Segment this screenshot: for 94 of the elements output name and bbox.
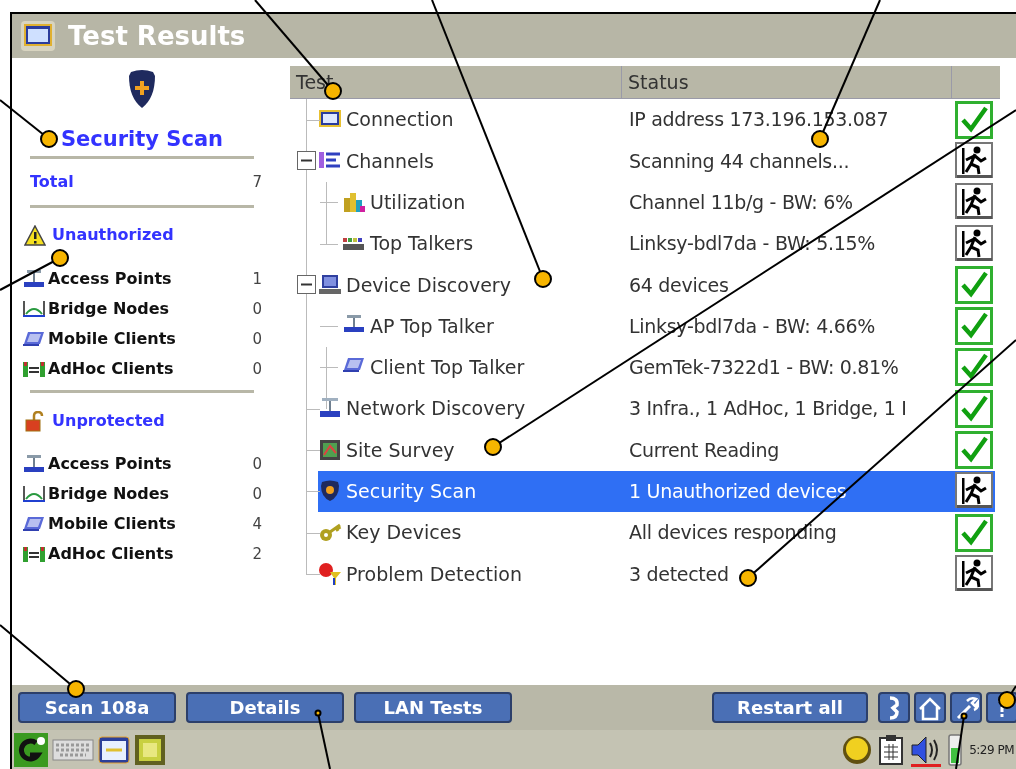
- collapse-toggle-icon[interactable]: [297, 275, 316, 295]
- running-figure-icon: [954, 141, 993, 180]
- table-row[interactable]: Network Discovery 3 Infra., 1 AdHoc, 1 Bridge, 1 I: [290, 388, 1000, 430]
- test-name: Key Devices: [346, 520, 462, 546]
- restart-button[interactable]: Restart all: [712, 692, 868, 723]
- table-row[interactable]: Security Scan 1 Unauthorized devices: [290, 470, 1000, 512]
- table-row[interactable]: Top Talkers Linksy-bdl7da - BW: 5.15%: [290, 222, 1000, 265]
- category-count: 4: [252, 513, 262, 535]
- section-title: Unprotected: [52, 410, 165, 432]
- category-label: Access Points: [48, 453, 173, 475]
- wrench-button[interactable]: [950, 692, 982, 723]
- window-title: Test Results: [68, 19, 246, 53]
- test-name: Network Discovery: [346, 396, 526, 422]
- open-lock-icon: [24, 410, 46, 432]
- test-name: Problem Detection: [346, 561, 523, 587]
- clipboard-icon[interactable]: [877, 733, 906, 766]
- summary-title: Security Scan: [59, 126, 225, 153]
- test-name: AP Top Talker: [370, 313, 494, 339]
- column-header: Status: [628, 69, 689, 95]
- table-row[interactable]: Channels Scanning 44 channels...: [290, 140, 1000, 182]
- test-status: Channel 11b/g - BW: 6%: [629, 190, 853, 215]
- toolbar-button[interactable]: Scan 108a: [18, 692, 176, 723]
- back-arrow-button[interactable]: [878, 692, 910, 723]
- shield-icon: [127, 68, 157, 110]
- category-label: AdHoc Clients: [48, 543, 175, 565]
- category-count: 0: [252, 328, 262, 350]
- test-status: 3 Infra., 1 AdHoc, 1 Bridge, 1 I: [629, 396, 907, 422]
- status-light-icon[interactable]: [841, 733, 874, 766]
- warning-icon: [24, 224, 46, 246]
- check-icon: [954, 431, 993, 469]
- home-button[interactable]: [914, 692, 946, 723]
- category-label: Mobile Clients: [48, 513, 177, 535]
- category-count: 2: [252, 543, 262, 565]
- laptop-icon: [22, 514, 46, 534]
- test-name: Security Scan: [346, 479, 477, 505]
- test-name: Top Talkers: [370, 231, 474, 257]
- test-status: 3 detected: [629, 561, 729, 587]
- test-name: Site Survey: [346, 437, 455, 463]
- category-label: Access Points: [48, 268, 173, 290]
- category-label: Bridge Nodes: [48, 298, 171, 320]
- bridge-icon: [22, 484, 46, 504]
- total-label: Total: [30, 171, 74, 193]
- survey-icon: [318, 438, 342, 462]
- adhoc-icon: [22, 544, 46, 564]
- category-label: AdHoc Clients: [48, 358, 175, 380]
- check-icon: [954, 513, 993, 552]
- table-row[interactable]: Utilization Channel 11b/g - BW: 6%: [290, 181, 1000, 223]
- test-name: Connection: [346, 107, 454, 133]
- access-point-icon: [22, 269, 46, 289]
- test-name: Utilization: [370, 190, 466, 215]
- table-row[interactable]: Client Top Talker GemTek-7322d1 - BW: 0.81%: [290, 346, 1000, 389]
- toolbar-button[interactable]: LAN Tests: [354, 692, 512, 723]
- running-figure-icon: [954, 472, 993, 511]
- laptop-icon: [22, 329, 46, 349]
- window-icon[interactable]: [98, 735, 130, 764]
- test-status: Linksy-bdl7da - BW: 5.15%: [629, 231, 876, 257]
- shield-icon: [318, 479, 342, 504]
- test-name: Device Discovery: [346, 272, 511, 298]
- access-point-icon: [22, 454, 46, 474]
- test-name: Client Top Talker: [370, 355, 525, 381]
- category-count: 0: [252, 453, 262, 475]
- app-icon[interactable]: [134, 733, 166, 766]
- check-icon: [954, 265, 993, 304]
- test-status: Scanning 44 channels...: [629, 148, 850, 174]
- check-icon: [954, 307, 993, 346]
- category-label: Bridge Nodes: [48, 483, 171, 505]
- bridge-icon: [22, 299, 46, 319]
- bar-chart-icon: [342, 190, 366, 215]
- clock-time: 5:29 PM: [969, 741, 1014, 759]
- check-icon: [954, 389, 993, 428]
- category-label: Mobile Clients: [48, 328, 177, 350]
- check-icon: [954, 348, 993, 387]
- collapse-toggle-icon[interactable]: [297, 151, 316, 171]
- running-figure-icon: [954, 554, 993, 593]
- adhoc-icon: [22, 359, 46, 379]
- test-status: Current Reading: [629, 437, 780, 463]
- test-name: Channels: [346, 148, 434, 174]
- monitor-icon: [20, 20, 56, 52]
- check-icon: [954, 100, 993, 139]
- category-count: 1: [252, 268, 262, 290]
- test-status: GemTek-7322d1 - BW: 0.81%: [629, 355, 899, 381]
- computer-icon: [318, 272, 342, 297]
- running-figure-icon: [954, 224, 993, 263]
- section-title: Unauthorized: [52, 224, 174, 246]
- running-figure-icon: [954, 183, 993, 222]
- category-count: 0: [252, 483, 262, 505]
- pin-icon: [318, 561, 342, 586]
- test-status: 1 Unauthorized devices: [629, 479, 847, 505]
- start-menu-icon[interactable]: [14, 732, 48, 767]
- test-status: 64 devices: [629, 272, 729, 298]
- category-count: 0: [252, 298, 262, 320]
- total-value: 7: [252, 171, 262, 193]
- toolbar-button[interactable]: Details: [186, 692, 344, 723]
- category-count: 0: [252, 358, 262, 380]
